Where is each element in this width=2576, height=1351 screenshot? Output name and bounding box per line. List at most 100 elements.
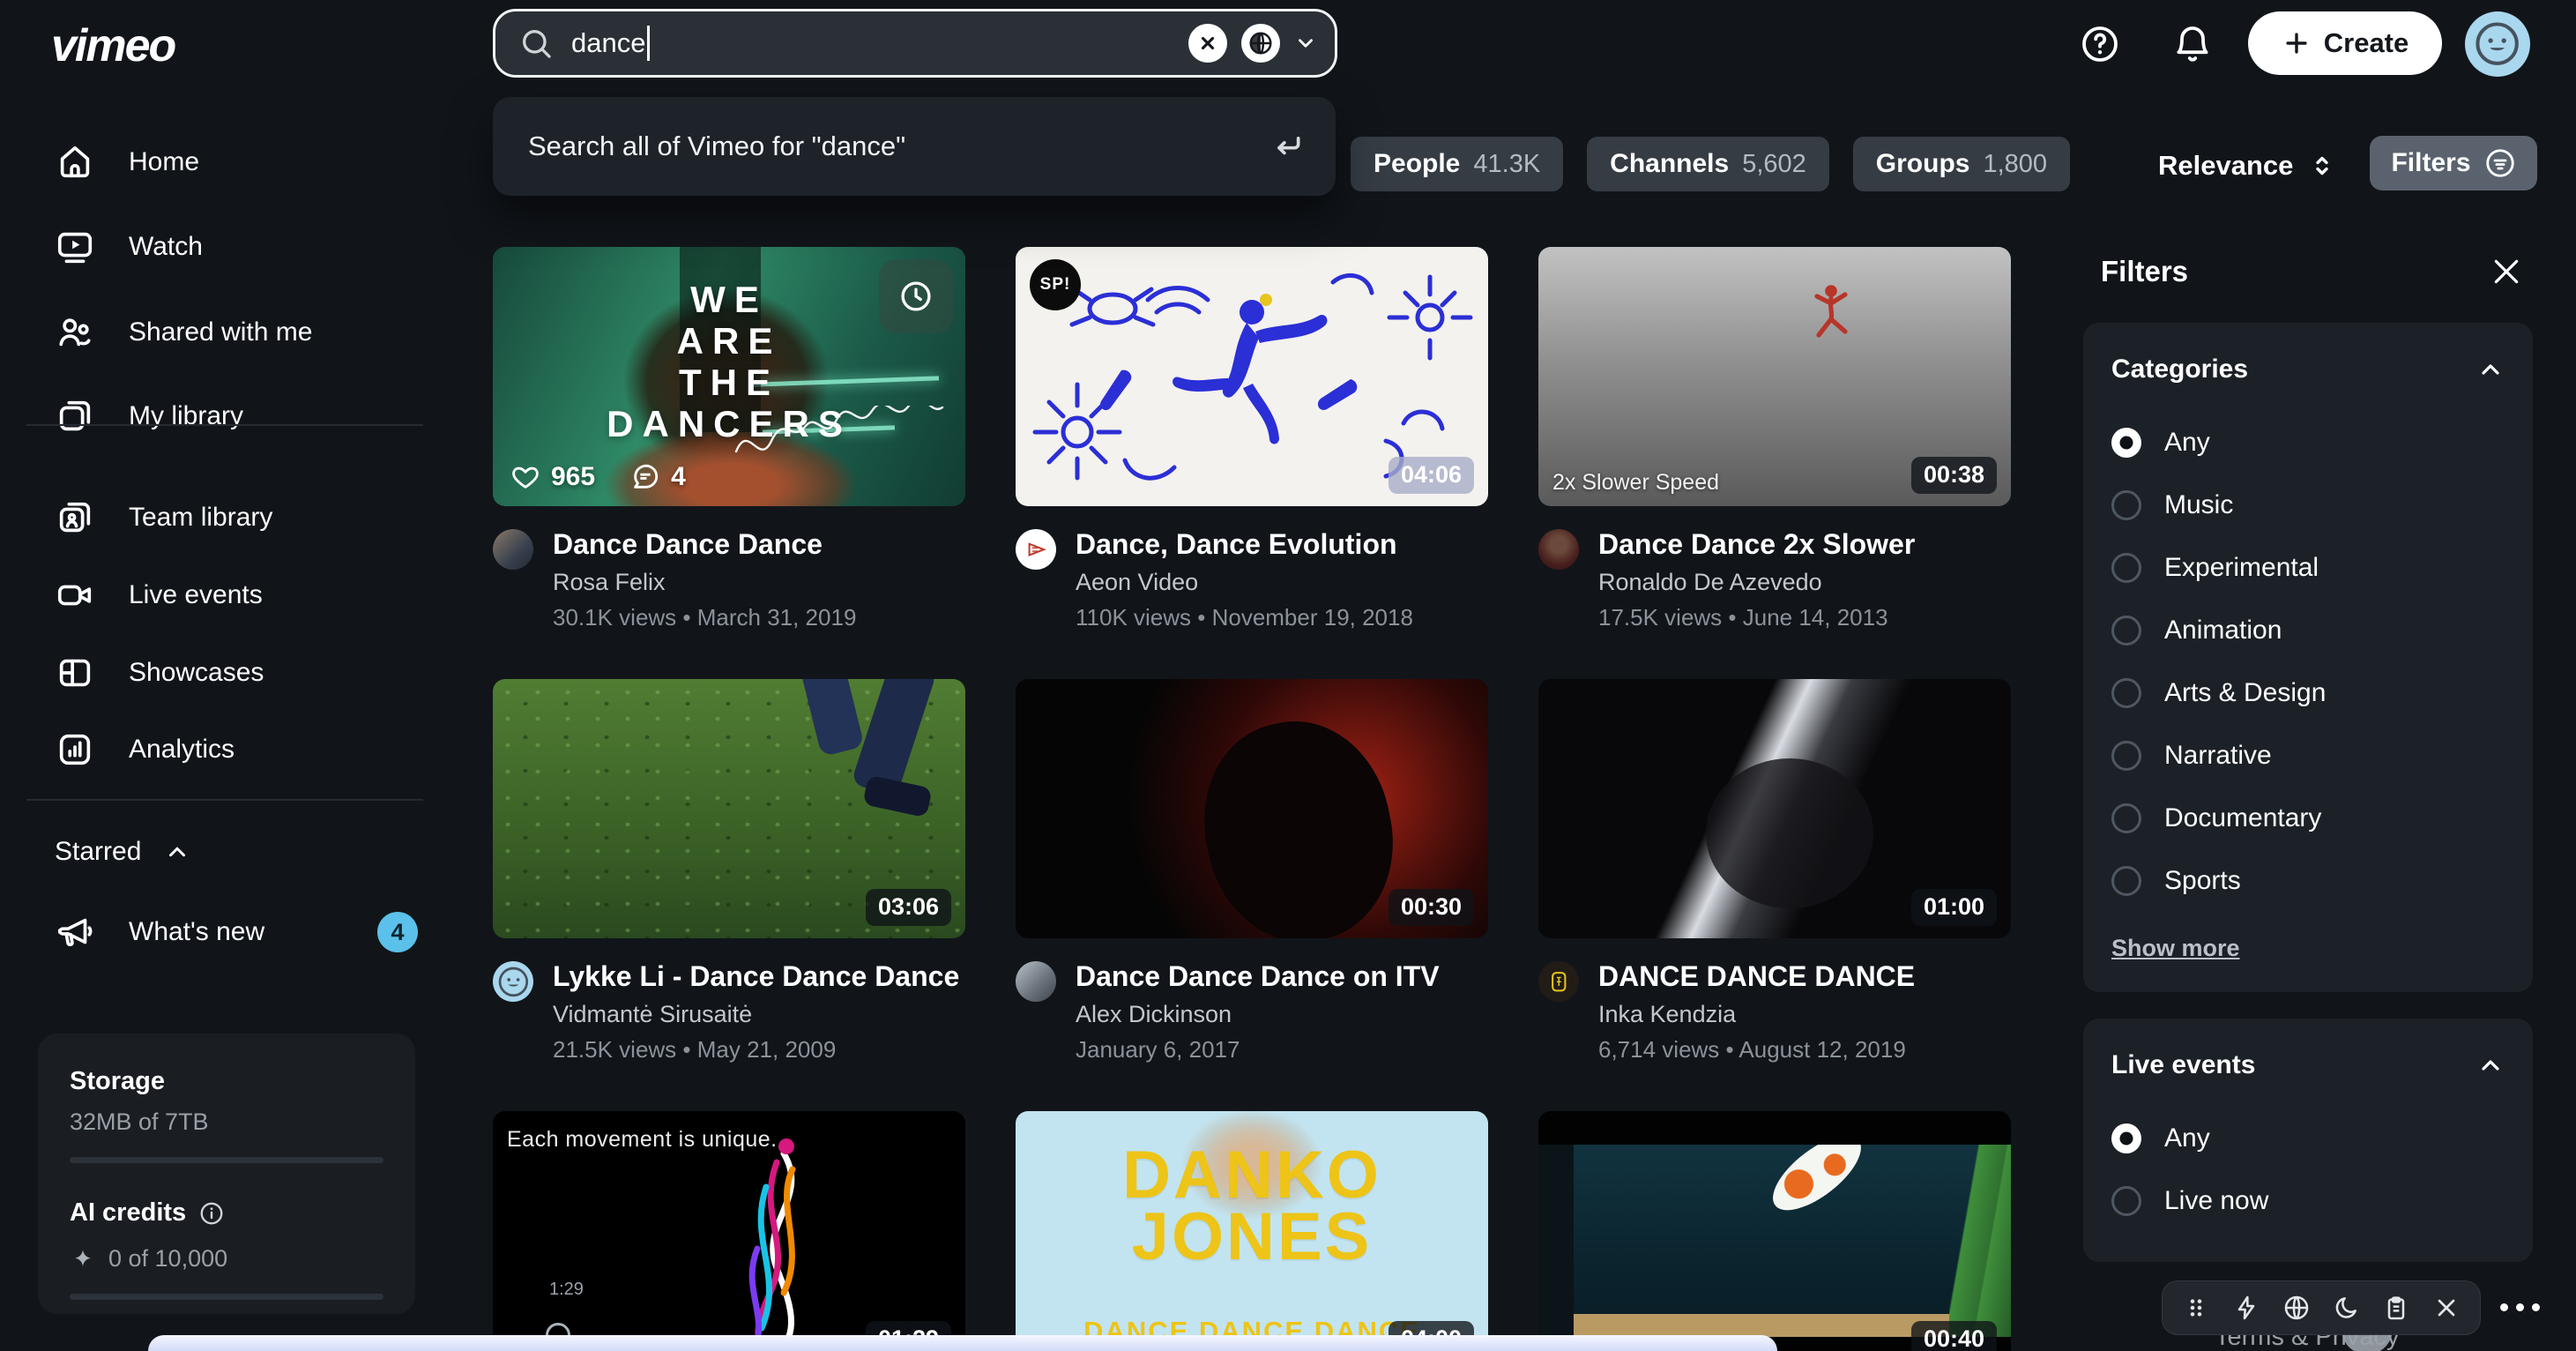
uploader-avatar[interactable] xyxy=(1016,961,1056,1002)
drag-handle-icon[interactable] xyxy=(2182,1294,2210,1322)
video-author[interactable]: Alex Dickinson xyxy=(1076,1001,1440,1028)
video-card: 01:00 DANCE DANCE DANCE Inka Kendzia 6,7… xyxy=(1538,679,2011,1111)
clipboard-icon[interactable] xyxy=(2382,1294,2410,1322)
sidebar-item-my-library[interactable]: My library xyxy=(55,374,243,459)
radio[interactable] xyxy=(2111,616,2141,646)
lightning-icon[interactable] xyxy=(2232,1294,2260,1322)
video-thumbnail[interactable]: 03:06 xyxy=(493,679,965,938)
radio[interactable] xyxy=(2111,741,2141,771)
globe-icon[interactable] xyxy=(1241,24,1280,63)
radio[interactable] xyxy=(2111,866,2141,896)
video-author[interactable]: Aeon Video xyxy=(1076,569,1413,596)
floating-toolbar[interactable] xyxy=(2162,1280,2481,1335)
radio[interactable] xyxy=(2111,1186,2141,1216)
filter-icon xyxy=(2484,147,2516,179)
more-options-button[interactable] xyxy=(2500,1303,2540,1311)
search-results-grid: WEARETHEDANCERS 965 4 Dance Dance Dance … xyxy=(493,247,2011,1351)
video-thumbnail[interactable]: SP! 04:06 xyxy=(1016,247,1488,506)
sidebar-item-home[interactable]: Home xyxy=(55,120,199,205)
search-suggestion[interactable]: Search all of Vimeo for "dance" xyxy=(493,97,1336,196)
radio[interactable] xyxy=(2111,490,2141,520)
radio[interactable] xyxy=(2111,803,2141,833)
radio-option-documentary[interactable]: Documentary xyxy=(2111,787,2505,849)
video-thumbnail[interactable]: DANKOJONES DANCE DANCE DANCE 04:00 xyxy=(1016,1111,1488,1351)
sidebar-item-analytics[interactable]: Analytics xyxy=(55,707,235,792)
video-thumbnail[interactable]: 01:00 xyxy=(1538,679,2011,938)
sidebar-item-shared-with-me[interactable]: Shared with me xyxy=(55,290,312,375)
close-icon[interactable] xyxy=(2489,254,2524,289)
radio-option-narrative[interactable]: Narrative xyxy=(2111,724,2505,787)
people-icon xyxy=(55,312,95,353)
video-title[interactable]: Dance Dance Dance on ITV xyxy=(1076,961,1440,992)
video-title[interactable]: Lykke Li - Dance Dance Dance xyxy=(553,961,959,992)
notifications-bell-icon[interactable] xyxy=(2171,23,2214,65)
categories-header[interactable]: Categories xyxy=(2111,355,2505,384)
video-thumbnail[interactable]: 00:30 xyxy=(1016,679,1488,938)
clear-search-button[interactable] xyxy=(1188,24,1227,63)
vimeo-logo[interactable]: vimeo xyxy=(51,19,175,72)
chevron-up-icon[interactable] xyxy=(2476,1051,2505,1079)
live-events-header[interactable]: Live events xyxy=(2111,1050,2505,1080)
sidebar-item-whats-new[interactable]: What's new 4 xyxy=(55,890,418,974)
sidebar-item-live-events[interactable]: Live events xyxy=(55,553,263,638)
show-more-link[interactable]: Show more xyxy=(2111,935,2240,962)
chevron-up-icon[interactable] xyxy=(2476,355,2505,384)
video-author[interactable]: Rosa Felix xyxy=(553,569,856,596)
radio-option-experimental[interactable]: Experimental xyxy=(2111,536,2505,599)
globe-outline-icon[interactable] xyxy=(2282,1294,2311,1322)
radio-option-animation[interactable]: Animation xyxy=(2111,599,2505,661)
uploader-avatar[interactable] xyxy=(1538,529,1579,570)
search-input[interactable]: dance xyxy=(571,26,650,61)
video-thumbnail[interactable]: 00:40 xyxy=(1538,1111,2011,1351)
radio-selected[interactable] xyxy=(2111,1123,2141,1153)
radio-selected[interactable] xyxy=(2111,428,2141,458)
user-avatar[interactable] xyxy=(2465,11,2530,77)
radio-option-live-now[interactable]: Live now xyxy=(2111,1169,2505,1232)
video-author[interactable]: Ronaldo De Azevedo xyxy=(1598,569,1915,596)
video-author[interactable]: Vidmantė Sirusaitė xyxy=(553,1001,959,1028)
video-thumbnail[interactable]: WEARETHEDANCERS 965 4 xyxy=(493,247,965,506)
radio-option-arts-design[interactable]: Arts & Design xyxy=(2111,661,2505,724)
video-title[interactable]: DANCE DANCE DANCE xyxy=(1598,961,1915,992)
info-icon[interactable] xyxy=(198,1200,225,1227)
close-icon[interactable] xyxy=(2432,1294,2461,1322)
radio-option-live-any[interactable]: Any xyxy=(2111,1107,2505,1169)
moon-icon[interactable] xyxy=(2332,1294,2360,1322)
uploader-avatar[interactable] xyxy=(1016,529,1056,570)
sidebar-item-label: Home xyxy=(129,147,199,177)
video-title[interactable]: Dance Dance Dance xyxy=(553,529,856,560)
sparkle-icon xyxy=(70,1246,96,1273)
video-title[interactable]: Dance, Dance Evolution xyxy=(1076,529,1413,560)
radio-option-sports[interactable]: Sports xyxy=(2111,849,2505,912)
sidebar-item-watch[interactable]: Watch xyxy=(55,205,203,289)
video-thumbnail[interactable]: 2x Slower Speed 00:38 xyxy=(1538,247,2011,506)
uploader-avatar[interactable] xyxy=(493,529,533,570)
chip-groups[interactable]: Groups 1,800 xyxy=(1853,137,2070,191)
sidebar-item-label: Watch xyxy=(129,232,203,262)
radio-option-any[interactable]: Any xyxy=(2111,411,2505,474)
dancer-figure xyxy=(1803,282,1859,346)
uploader-avatar[interactable] xyxy=(1538,961,1579,1002)
sort-dropdown[interactable]: Relevance xyxy=(2158,145,2337,187)
search-value: dance xyxy=(571,27,645,59)
help-icon[interactable] xyxy=(2079,23,2121,65)
chip-people[interactable]: People 41.3K xyxy=(1351,137,1563,191)
watch-later-button[interactable] xyxy=(879,259,953,333)
video-author[interactable]: Inka Kendzia xyxy=(1598,1001,1915,1028)
video-thumbnail[interactable]: Each movement is unique. 1:29 01:29 xyxy=(493,1111,965,1351)
sidebar-item-showcases[interactable]: Showcases xyxy=(55,631,264,715)
uploader-avatar[interactable] xyxy=(493,961,533,1002)
radio[interactable] xyxy=(2111,678,2141,708)
chip-channels[interactable]: Channels 5,602 xyxy=(1587,137,1829,191)
search-bar[interactable]: dance xyxy=(493,9,1337,78)
chevron-down-icon[interactable] xyxy=(1294,32,1317,55)
radio[interactable] xyxy=(2111,553,2141,583)
filters-button-label: Filters xyxy=(2391,148,2470,178)
radio-option-music[interactable]: Music xyxy=(2111,474,2505,536)
create-button[interactable]: Create xyxy=(2248,11,2442,75)
video-title[interactable]: Dance Dance 2x Slower xyxy=(1598,529,1915,560)
video-card: 03:06 Lykke Li - Dance Dance Dance Vidma… xyxy=(493,679,965,1111)
sidebar-item-team-library[interactable]: Team library xyxy=(55,475,272,560)
starred-section-toggle[interactable]: Starred xyxy=(55,824,190,880)
filters-button[interactable]: Filters xyxy=(2370,136,2537,190)
